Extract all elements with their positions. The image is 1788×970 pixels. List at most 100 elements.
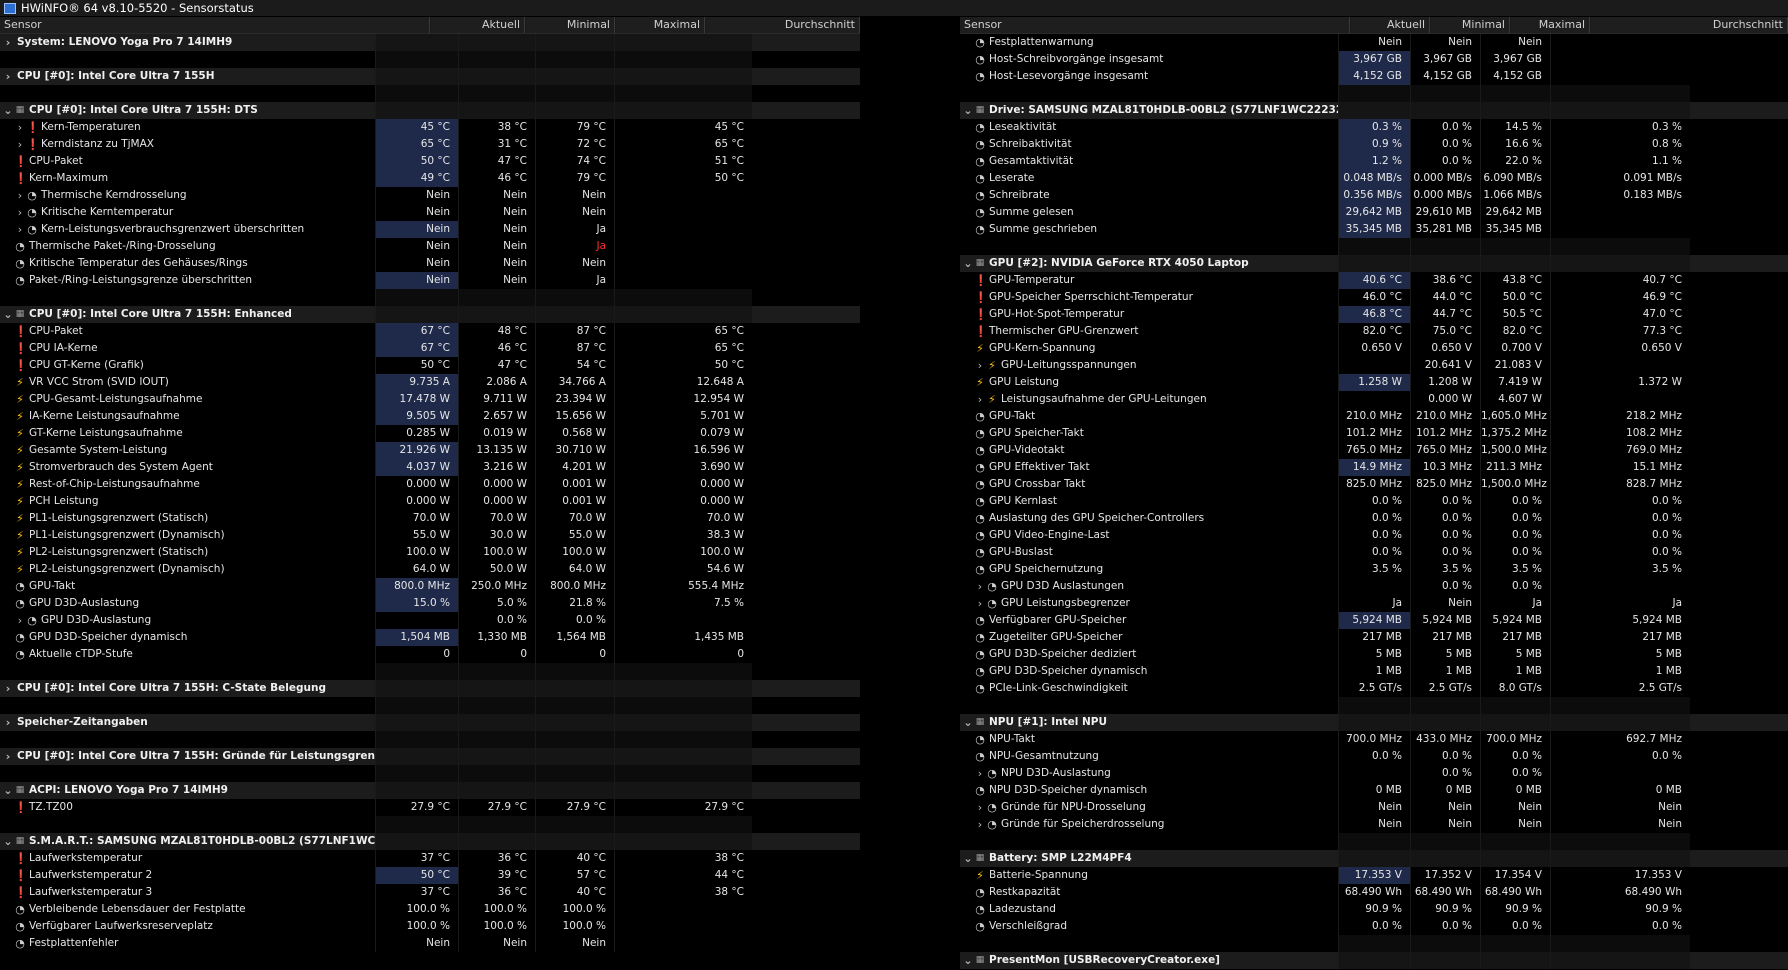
sensor-row[interactable]: ◔ GPU-Takt 210.0 MHz 210.0 MHz 1,605.0 MHz 21… (960, 408, 1788, 425)
expand-toggle-icon[interactable]: › (2, 748, 14, 765)
header-sensor-right[interactable]: Sensor (960, 17, 1350, 33)
sensor-row[interactable]: ⚡ CPU-Gesamt-Leistungsaufnahme 17.478 W 9.7… (0, 391, 960, 408)
collapse-toggle-icon[interactable]: ⌄ (962, 850, 974, 867)
sensor-panel-right[interactable]: Sensor Aktuell Minimal Maximal Durchschn… (960, 17, 1788, 970)
collapse-toggle-icon[interactable]: ⌄ (962, 102, 974, 119)
sensor-row[interactable]: ❗ Laufwerkstemperatur 2 50 °C 39 °C 57 °C 44 … (0, 867, 960, 884)
sensor-row[interactable]: ◔ Verfügbarer Laufwerksreserveplatz 100.0 … (0, 918, 960, 935)
sensor-row[interactable]: ◔ GPU Speichernutzung 3.5 % 3.5 % 3.5 % 3.5 % (960, 561, 1788, 578)
sensor-row[interactable]: › ◔ GPU D3D Auslastungen 0.0 % 0.0 % (960, 578, 1788, 595)
sensor-row[interactable]: ◔ NPU-Gesamtnutzung 0.0 % 0.0 % 0.0 % 0.0 % (960, 748, 1788, 765)
sensor-row[interactable]: › ◔ Gründe für Speicherdrosselung Nein Nein N… (960, 816, 1788, 833)
expand-toggle-icon[interactable]: › (2, 680, 14, 697)
expand-toggle-icon[interactable]: › (974, 578, 986, 595)
sensor-group-row[interactable]: › Speicher-Zeitangaben (0, 714, 960, 731)
header-avg-right[interactable]: Durchschnitt (1590, 17, 1788, 33)
sensor-row[interactable]: ❗ Laufwerkstemperatur 37 °C 36 °C 40 °C 38 °C (0, 850, 960, 867)
sensor-group-row[interactable]: ⌄ ▦ Battery: SMP L22M4PF4 (960, 850, 1788, 867)
sensor-row[interactable]: ⚡ GT-Kerne Leistungsaufnahme 0.285 W 0.019 … (0, 425, 960, 442)
collapse-toggle-icon[interactable]: ⌄ (962, 255, 974, 272)
sensor-row[interactable]: ❗ Thermischer GPU-Grenzwert 82.0 °C 75.0 °C… (960, 323, 1788, 340)
sensor-row[interactable]: ◔ GPU-Videotakt 765.0 MHz 765.0 MHz 1,500.0 … (960, 442, 1788, 459)
sensor-group-row[interactable]: ⌄ ▦ CPU [#0]: Intel Core Ultra 7 155H: Enh… (0, 306, 960, 323)
sensor-row[interactable]: ◔ Aktuelle cTDP-Stufe 0 0 0 0 (0, 646, 960, 663)
header-current-right[interactable]: Aktuell (1350, 17, 1430, 33)
expand-toggle-icon[interactable]: › (974, 765, 986, 782)
sensor-row[interactable]: ⚡ VR VCC Strom (SVID IOUT) 9.735 A 2.086 A3… (0, 374, 960, 391)
sensor-row[interactable]: › ❗ Kerndistanz zu TjMAX 65 °C 31 °C 72 °C 65 … (0, 136, 960, 153)
sensor-row[interactable]: › ⚡ Leistungsaufnahme der GPU-Leitungen 0.0… (960, 391, 1788, 408)
header-avg[interactable]: Durchschnitt (705, 17, 860, 33)
sensor-row[interactable]: ◔ Gesamtaktivität 1.2 % 0.0 % 22.0 % 1.1 % (960, 153, 1788, 170)
sensor-group-row[interactable]: ⌄ ▦ ACPI: LENOVO Yoga Pro 7 14IMH9 (0, 782, 960, 799)
sensor-row[interactable]: ⚡ Rest-of-Chip-Leistungsaufnahme 0.000 W 0.… (0, 476, 960, 493)
sensor-row[interactable]: ❗ CPU IA-Kerne 67 °C 46 °C 87 °C 65 °C (0, 340, 960, 357)
collapse-toggle-icon[interactable]: ⌄ (2, 833, 14, 850)
sensor-row[interactable]: ❗ GPU-Temperatur 40.6 °C 38.6 °C 43.8 °C 40.7… (960, 272, 1788, 289)
sensor-row[interactable]: ⚡ Stromverbrauch des System Agent 4.037 W3… (0, 459, 960, 476)
sensor-row[interactable]: ◔ GPU Speicher-Takt 101.2 MHz 101.2 MHz 1,37… (960, 425, 1788, 442)
header-max[interactable]: Maximal (615, 17, 705, 33)
sensor-row[interactable]: ◔ Thermische Paket-/Ring-Drosselung Nein Ne… (0, 238, 960, 255)
sensor-row[interactable]: ◔ Host-Schreibvorgänge insgesamt 3,967 GB 3… (960, 51, 1788, 68)
sensor-row[interactable]: ◔ GPU Effektiver Takt 14.9 MHz 10.3 MHz 211.… (960, 459, 1788, 476)
sensor-row[interactable]: ❗ GPU-Hot-Spot-Temperatur 46.8 °C 44.7 °C 50… (960, 306, 1788, 323)
sensor-row[interactable]: ⚡ Batterie-Spannung 17.353 V 17.352 V 17.354… (960, 867, 1788, 884)
sensor-row[interactable]: ◔ GPU D3D-Speicher dediziert 5 MB 5 MB 5 MB 5… (960, 646, 1788, 663)
expand-toggle-icon[interactable]: › (974, 595, 986, 612)
sensor-row[interactable]: ❗ CPU GT-Kerne (Grafik) 50 °C 47 °C 54 °C 50 … (0, 357, 960, 374)
sensor-group-row[interactable]: ⌄ ▦ S.M.A.R.T.: SAMSUNG MZAL81T0HDLB-00BL2… (0, 833, 960, 850)
sensor-row[interactable]: › ⚡ GPU-Leitungsspannungen 20.641 V 21.083 V (960, 357, 1788, 374)
sensor-row[interactable]: › ❗ Kern-Temperaturen 45 °C 38 °C 79 °C 45 °C (0, 119, 960, 136)
sensor-group-row[interactable]: ⌄ ▦ PresentMon [USBRecoveryCreator.exe] (960, 952, 1788, 969)
sensor-row[interactable]: ⚡ GPU-Kern-Spannung 0.650 V 0.650 V 0.700 V0… (960, 340, 1788, 357)
sensor-row[interactable]: ◔ Festplattenfehler Nein Nein Nein (0, 935, 960, 952)
collapse-toggle-icon[interactable]: ⌄ (2, 102, 14, 119)
sensor-row[interactable]: ◔ GPU Crossbar Takt 825.0 MHz 825.0 MHz 1,50… (960, 476, 1788, 493)
header-min-right[interactable]: Minimal (1430, 17, 1510, 33)
expand-toggle-icon[interactable]: › (14, 221, 26, 238)
sensor-row[interactable]: ◔ Schreibaktivität 0.9 % 0.0 % 16.6 % 0.8 % (960, 136, 1788, 153)
sensor-row[interactable]: ◔ GPU D3D-Speicher dynamisch 1,504 MB 1,330… (0, 629, 960, 646)
sensor-row[interactable]: ◔ Kritische Temperatur des Gehäuses/Rings… (0, 255, 960, 272)
sensor-row[interactable]: ⚡ GPU Leistung 1.258 W 1.208 W 7.419 W 1.372 … (960, 374, 1788, 391)
sensor-row[interactable]: ⚡ IA-Kerne Leistungsaufnahme 9.505 W 2.657 … (0, 408, 960, 425)
sensor-group-row[interactable]: ⌄ ▦ CPU [#0]: Intel Core Ultra 7 155H: DTS (0, 102, 960, 119)
expand-toggle-icon[interactable]: › (2, 68, 14, 85)
sensor-row[interactable]: › ◔ Kern-Leistungsverbrauchsgrenzwert über… (0, 221, 960, 238)
expand-toggle-icon[interactable]: › (14, 187, 26, 204)
sensor-row[interactable]: ◔ Restkapazität 68.490 Wh 68.490 Wh 68.490 W… (960, 884, 1788, 901)
sensor-row[interactable]: ❗ Kern-Maximum 49 °C 46 °C 79 °C 50 °C (0, 170, 960, 187)
sensor-row[interactable]: › ◔ GPU Leistungsbegrenzer Ja Nein Ja Ja (960, 595, 1788, 612)
sensor-row[interactable]: ◔ NPU-Takt 700.0 MHz 433.0 MHz 700.0 MHz 692.… (960, 731, 1788, 748)
expand-toggle-icon[interactable]: › (974, 391, 986, 408)
expand-toggle-icon[interactable]: › (14, 204, 26, 221)
sensor-group-row[interactable]: › CPU [#0]: Intel Core Ultra 7 155H: C-St… (0, 680, 960, 697)
expand-toggle-icon[interactable]: › (974, 799, 986, 816)
collapse-toggle-icon[interactable]: ⌄ (2, 782, 14, 799)
sensor-row[interactable]: ◔ GPU-Buslast 0.0 % 0.0 % 0.0 % 0.0 % (960, 544, 1788, 561)
sensor-row[interactable]: ❗ TZ.TZ00 27.9 °C 27.9 °C 27.9 °C 27.9 °C (0, 799, 960, 816)
sensor-row[interactable]: ◔ GPU D3D-Auslastung 15.0 % 5.0 % 21.8 % 7.5 … (0, 595, 960, 612)
sensor-row[interactable]: ⚡ PL2-Leistungsgrenzwert (Statisch) 100.0 … (0, 544, 960, 561)
sensor-row[interactable]: ◔ NPU D3D-Speicher dynamisch 0 MB 0 MB 0 MB 0… (960, 782, 1788, 799)
sensor-row[interactable]: ◔ Host-Lesevorgänge insgesamt 4,152 GB 4,15… (960, 68, 1788, 85)
expand-toggle-icon[interactable]: › (974, 816, 986, 833)
sensor-row[interactable]: ⚡ PL1-Leistungsgrenzwert (Dynamisch) 55.0 … (0, 527, 960, 544)
sensor-row[interactable]: ◔ Leserate 0.048 MB/s 0.000 MB/s 6.090 MB/s 0… (960, 170, 1788, 187)
sensor-row[interactable]: ◔ Verbleibende Lebensdauer der Festplatte… (0, 901, 960, 918)
sensor-group-row[interactable]: ⌄ ▦ GPU [#2]: NVIDIA GeForce RTX 4050 Lapt… (960, 255, 1788, 272)
expand-toggle-icon[interactable]: › (2, 34, 14, 51)
header-min[interactable]: Minimal (525, 17, 615, 33)
header-max-right[interactable]: Maximal (1510, 17, 1590, 33)
header-sensor[interactable]: Sensor (0, 17, 430, 33)
sensor-row[interactable]: ◔ GPU Kernlast 0.0 % 0.0 % 0.0 % 0.0 % (960, 493, 1788, 510)
sensor-row[interactable]: ◔ Summe gelesen 29,642 MB 29,610 MB 29,642 M… (960, 204, 1788, 221)
sensor-row[interactable]: ◔ Leseaktivität 0.3 % 0.0 % 14.5 % 0.3 % (960, 119, 1788, 136)
sensor-row[interactable]: ◔ Ladezustand 90.9 % 90.9 % 90.9 % 90.9 % (960, 901, 1788, 918)
sensor-row[interactable]: ◔ PCIe-Link-Geschwindigkeit 2.5 GT/s 2.5 GT… (960, 680, 1788, 697)
sensor-row[interactable]: ◔ Auslastung des GPU Speicher-Controllers… (960, 510, 1788, 527)
sensor-row[interactable]: ◔ Schreibrate 0.356 MB/s 0.000 MB/s 1.066 MB… (960, 187, 1788, 204)
collapse-toggle-icon[interactable]: ⌄ (962, 714, 974, 731)
sensor-row[interactable]: › ◔ GPU D3D-Auslastung 0.0 % 0.0 % (0, 612, 960, 629)
